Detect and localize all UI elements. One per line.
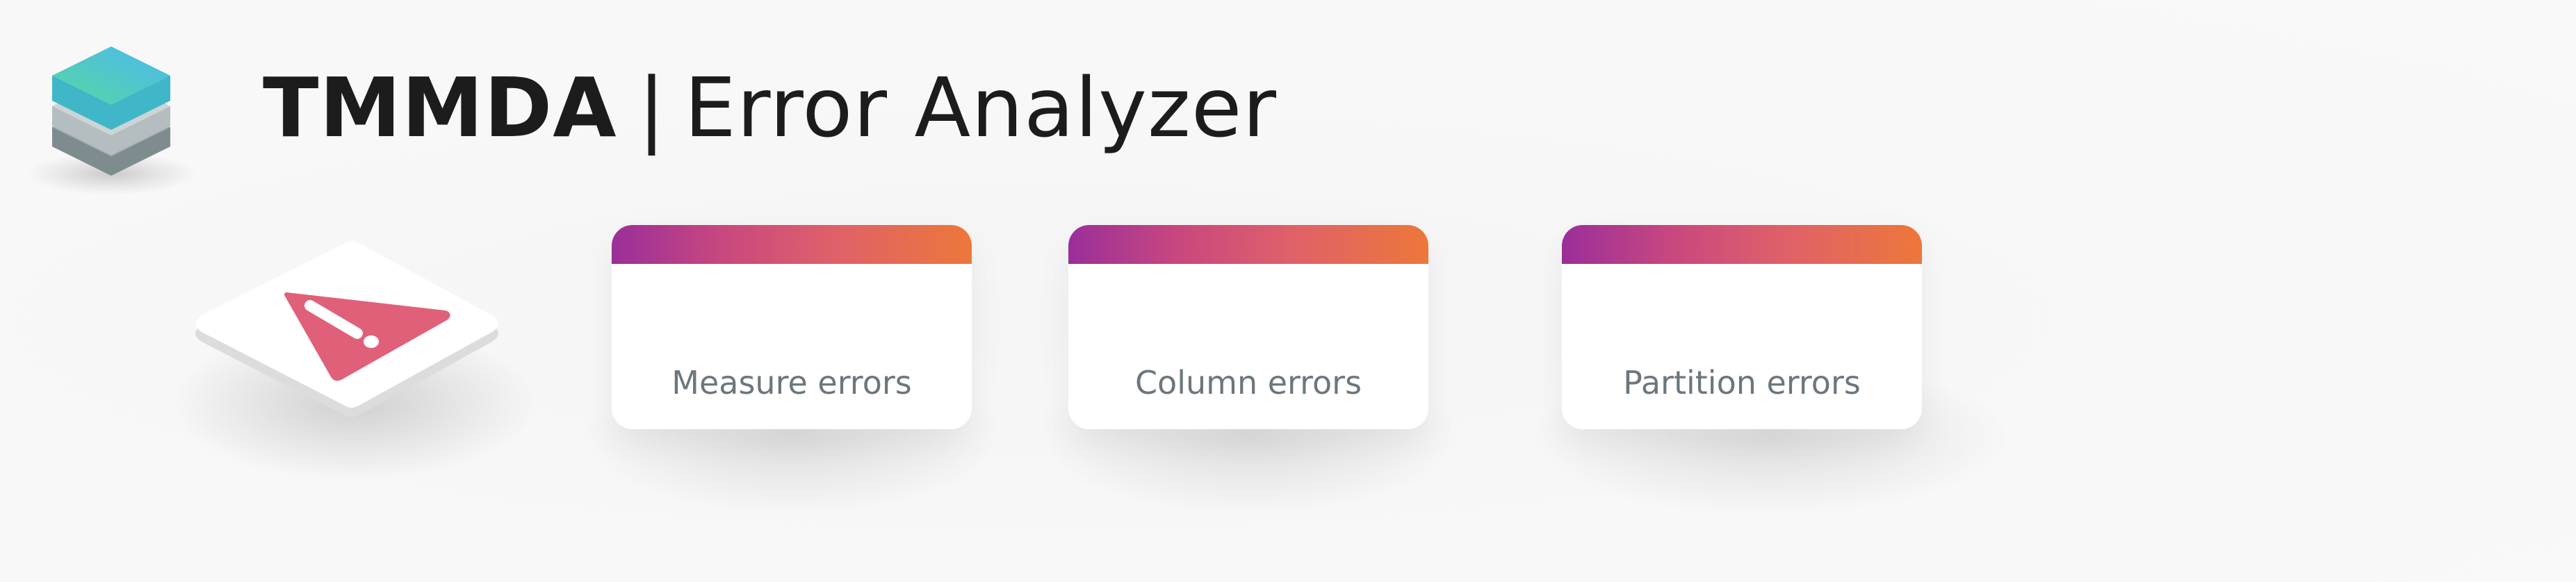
column-errors-card[interactable]: Column errors (1068, 225, 1428, 429)
page: TMMDA | Error Analyzer Measure errors Colu… (0, 0, 2576, 582)
page-title: TMMDA | Error Analyzer (263, 49, 1277, 167)
page-subtitle: Error Analyzer (684, 60, 1278, 156)
brand-name: TMMDA (263, 60, 617, 156)
card-label: Column errors (1134, 364, 1362, 401)
warning-tile (195, 242, 498, 417)
card-header-bar (1562, 225, 1922, 264)
card-label: Measure errors (671, 364, 912, 401)
partition-errors-card[interactable]: Partition errors (1562, 225, 1922, 429)
card-header-bar (1068, 225, 1428, 264)
layered-stack-icon (52, 47, 170, 176)
card-label: Partition errors (1623, 364, 1861, 401)
card-header-bar (612, 225, 972, 264)
measure-errors-card[interactable]: Measure errors (612, 225, 972, 429)
title-separator: | (637, 60, 667, 156)
